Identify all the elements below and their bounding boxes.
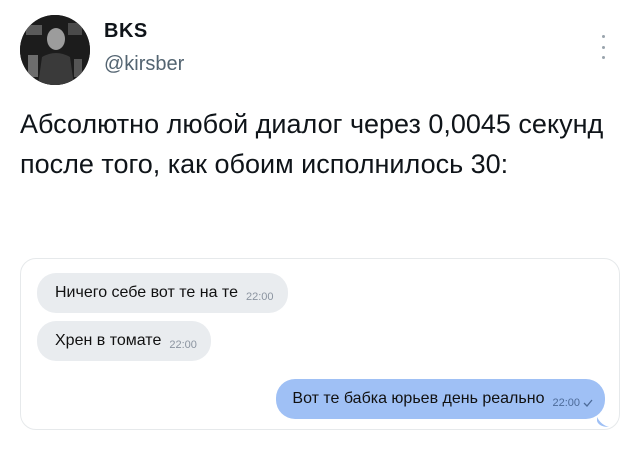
chat-message-outgoing: Вот те бабка юрьев день реально 22:00 [276,379,605,419]
chat-message-incoming: Ничего себе вот те на те 22:00 [37,273,288,313]
dot [601,56,605,59]
dot [601,45,605,49]
author-name[interactable]: BKS [104,20,148,43]
message-time: 22:00 [245,291,274,303]
avatar[interactable] [20,15,90,85]
message-text: Ничего себе вот те на те [55,284,238,301]
author-handle[interactable]: @kirsber [104,53,184,76]
dot [601,35,605,38]
message-time: 22:00 [552,397,580,409]
bubble-tail [597,417,609,427]
chat-message-incoming: Хрен в томате 22:00 [37,321,211,361]
more-options-icon[interactable] [600,35,606,59]
message-text: Вот те бабка юрьев день реально [292,390,545,407]
message-text: Хрен в томате [55,332,162,349]
tweet-text: Абсолютно любой диалог через 0,0045 секу… [20,109,604,179]
tweet-image-attachment[interactable]: Ничего себе вот те на те 22:00 Хрен в то… [20,258,620,430]
check-icon [583,394,593,412]
avatar-photo [20,15,90,85]
message-time: 22:00 [169,339,197,351]
